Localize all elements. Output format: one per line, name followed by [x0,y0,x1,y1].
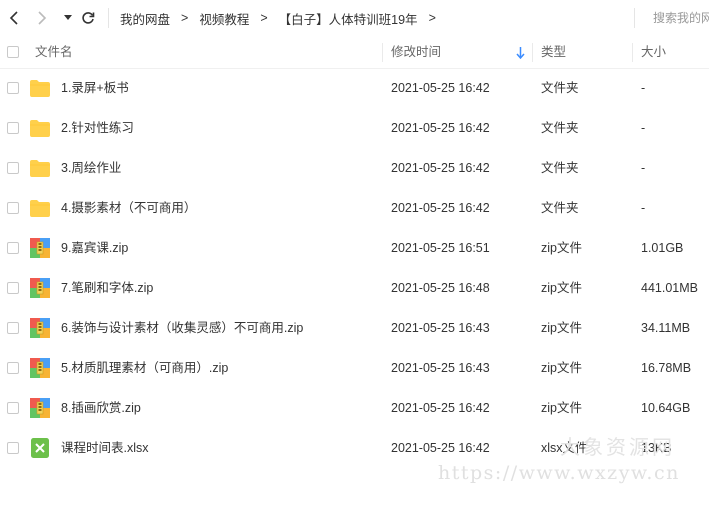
file-type: zip文件 [541,361,582,375]
forward-button[interactable] [32,6,52,30]
watermark-text: 大象资源网 [560,435,675,459]
back-button[interactable] [4,6,24,30]
column-header-size[interactable]: 大小 [641,37,666,68]
file-modified-time: 2021-05-25 16:42 [391,121,490,135]
file-size: 1.01GB [641,241,684,255]
toolbar-divider [108,8,109,28]
folder-icon [29,157,51,179]
file-modified-time: 2021-05-25 16:42 [391,81,490,95]
folder-icon [29,197,51,219]
caret-down-icon [64,15,72,20]
table-row[interactable]: 7.笔刷和字体.zip 2021-05-25 16:48 zip文件 441.01MB [0,268,709,308]
file-name[interactable]: 7.笔刷和字体.zip [61,268,153,308]
breadcrumb-separator: > [428,11,436,25]
file-modified-time: 2021-05-25 16:42 [391,401,490,415]
zip-icon [29,397,51,419]
row-checkbox[interactable] [7,442,19,454]
file-size: - [641,121,646,135]
file-name[interactable]: 课程时间表.xlsx [61,428,149,468]
file-size: - [641,161,646,175]
zip-icon [29,277,51,299]
breadcrumb-separator: > [260,11,268,25]
row-checkbox[interactable] [7,402,19,414]
file-size: - [641,201,646,215]
row-checkbox[interactable] [7,362,19,374]
zip-icon [29,357,51,379]
file-name[interactable]: 6.装饰与设计素材（收集灵感）不可商用.zip [61,308,303,348]
file-name[interactable]: 8.插画欣赏.zip [61,388,141,428]
folder-icon [29,117,51,139]
file-modified-time: 2021-05-25 16:43 [391,321,490,335]
folder-icon [29,77,51,99]
file-modified-time: 2021-05-25 16:43 [391,361,490,375]
file-name[interactable]: 9.嘉宾课.zip [61,228,128,268]
column-header-name[interactable]: 文件名 [35,37,73,68]
file-size: 16.78MB [641,361,692,375]
breadcrumb-item-root[interactable]: 我的网盘 [120,9,170,28]
file-type: zip文件 [541,281,582,295]
file-type: zip文件 [541,241,582,255]
toolbar: 我的网盘 > 视频教程 > 【白子】人体特训班19年 > 搜索我的网盘 [0,0,709,36]
row-checkbox[interactable] [7,122,19,134]
file-size: 441.01MB [641,281,698,295]
file-size: 34.11MB [641,321,691,335]
file-type: 文件夹 [541,121,579,135]
file-name[interactable]: 2.针对性练习 [61,108,134,148]
file-name[interactable]: 4.摄影素材（不可商用） [61,188,196,228]
table-row[interactable]: 3.周绘作业 2021-05-25 16:42 文件夹 - [0,148,709,188]
breadcrumb-item-videos[interactable]: 视频教程 [199,9,249,28]
table-row[interactable]: 8.插画欣赏.zip 2021-05-25 16:42 zip文件 10.64GB [0,388,709,428]
file-size: 10.64GB [641,401,691,415]
file-name[interactable]: 1.录屏+板书 [61,68,129,108]
select-all-checkbox[interactable] [7,46,19,58]
column-header-modified[interactable]: 修改时间 [391,37,441,68]
watermark-url: https://www.wxzyw.cn [438,462,680,484]
row-checkbox[interactable] [7,242,19,254]
file-modified-time: 2021-05-25 16:42 [391,161,490,175]
chevron-left-icon [9,11,18,25]
breadcrumb: 我的网盘 > 视频教程 > 【白子】人体特训班19年 > [120,0,447,36]
file-type: zip文件 [541,321,582,335]
file-modified-time: 2021-05-25 16:51 [391,241,490,255]
file-type: 文件夹 [541,81,579,95]
table-row[interactable]: 5.材质肌理素材（可商用）.zip 2021-05-25 16:43 zip文件 16… [0,348,709,388]
chevron-right-icon [38,11,47,25]
column-divider [382,43,383,62]
file-name[interactable]: 3.周绘作业 [61,148,121,188]
table-row[interactable]: 4.摄影素材（不可商用） 2021-05-25 16:42 文件夹 - [0,188,709,228]
refresh-button[interactable] [78,6,98,30]
file-type: 文件夹 [541,201,579,215]
file-modified-time: 2021-05-25 16:48 [391,281,490,295]
table-row[interactable]: 9.嘉宾课.zip 2021-05-25 16:51 zip文件 1.01GB [0,228,709,268]
xlsx-icon [29,437,51,459]
zip-icon [29,237,51,259]
table-row[interactable]: 2.针对性练习 2021-05-25 16:42 文件夹 - [0,108,709,148]
column-header-type[interactable]: 类型 [541,37,566,68]
history-dropdown-button[interactable] [58,6,78,30]
breadcrumb-item-current[interactable]: 【白子】人体特训班19年 [279,9,418,28]
refresh-icon [82,12,95,24]
file-modified-time: 2021-05-25 16:42 [391,201,490,215]
file-type: 文件夹 [541,161,579,175]
file-type: zip文件 [541,401,582,415]
row-checkbox[interactable] [7,162,19,174]
column-divider [532,43,533,62]
row-checkbox[interactable] [7,282,19,294]
column-divider [632,43,633,62]
table-header: 文件名 修改时间 类型 大小 [0,37,709,69]
row-checkbox[interactable] [7,322,19,334]
file-size: - [641,81,646,95]
row-checkbox[interactable] [7,202,19,214]
sort-descending-icon[interactable] [516,47,525,59]
search-input[interactable]: 搜索我的网盘 [634,8,709,28]
table-row[interactable]: 1.录屏+板书 2021-05-25 16:42 文件夹 - [0,68,709,108]
table-row[interactable]: 6.装饰与设计素材（收集灵感）不可商用.zip 2021-05-25 16:43 z… [0,308,709,348]
zip-icon [29,317,51,339]
breadcrumb-separator: > [181,11,189,25]
row-checkbox[interactable] [7,82,19,94]
file-name[interactable]: 5.材质肌理素材（可商用）.zip [61,348,228,388]
